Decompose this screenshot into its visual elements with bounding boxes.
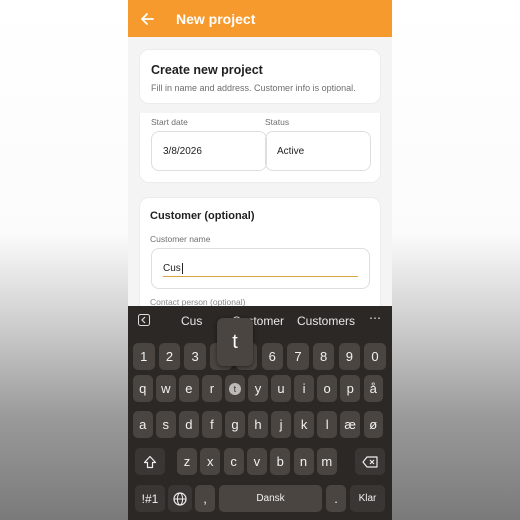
intro-card-subtitle: Fill in name and address. Customer info … <box>151 83 356 93</box>
globe-icon <box>173 491 187 506</box>
number-key-6[interactable]: 6 <box>261 343 283 370</box>
number-key-0[interactable]: 0 <box>364 343 386 370</box>
letter-key-q[interactable]: q <box>133 375 153 402</box>
number-key-8[interactable]: 8 <box>312 343 335 370</box>
backspace-icon <box>362 455 378 468</box>
letter-key-v[interactable]: v <box>246 448 267 475</box>
letter-key-k[interactable]: k <box>294 411 314 438</box>
start-date-field[interactable]: 3/8/2026 <box>151 131 267 171</box>
key-popup: t <box>217 318 253 366</box>
status-label: Status <box>265 117 290 127</box>
letter-key-c[interactable]: c <box>223 448 244 475</box>
input-focus-underline <box>163 275 358 277</box>
letter-key-p[interactable]: p <box>340 375 360 402</box>
enter-key[interactable]: Klar <box>350 485 385 512</box>
letter-key-y[interactable]: y <box>248 375 268 402</box>
letter-key-å[interactable]: å <box>363 375 383 402</box>
letter-key-m[interactable]: m <box>316 448 337 475</box>
shift-key[interactable] <box>135 448 165 475</box>
letter-key-d[interactable]: d <box>179 411 199 438</box>
letter-key-s[interactable]: s <box>156 411 176 438</box>
keyboard-collapse-icon[interactable] <box>138 314 150 329</box>
page-title: New project <box>176 10 256 27</box>
letter-key-z[interactable]: z <box>177 448 197 475</box>
comma-key[interactable]: , <box>195 485 215 512</box>
letter-key-j[interactable]: j <box>271 411 291 438</box>
letter-key-f[interactable]: f <box>202 411 222 438</box>
letter-key-l[interactable]: l <box>317 411 337 438</box>
shift-icon <box>143 455 157 468</box>
start-date-value: 3/8/2026 <box>163 145 202 157</box>
customer-name-label: Customer name <box>150 234 211 244</box>
letter-key-n[interactable]: n <box>293 448 314 475</box>
suggestion-bar: Cus Customer Customers ⋯ <box>128 306 392 336</box>
letter-key-w[interactable]: w <box>156 375 176 402</box>
status-field[interactable]: Active <box>265 131 371 171</box>
back-arrow-icon[interactable] <box>137 9 157 29</box>
letter-key-a[interactable]: a <box>133 411 153 438</box>
intro-card-title: Create new project <box>151 63 263 77</box>
globe-key[interactable] <box>168 485 192 512</box>
text-caret <box>181 263 183 274</box>
letter-key-b[interactable]: b <box>270 448 291 475</box>
dates-card: Start date 3/8/2026 Status Active <box>139 113 381 183</box>
status-value: Active <box>277 145 305 157</box>
letter-key-ø[interactable]: ø <box>363 411 383 438</box>
customer-name-input[interactable]: Cus <box>151 248 370 289</box>
more-options-icon[interactable]: ⋯ <box>369 311 381 325</box>
suggestion-3[interactable]: Customers <box>297 314 355 328</box>
letter-key-r[interactable]: r <box>202 375 222 402</box>
number-key-3[interactable]: 3 <box>184 343 206 370</box>
letter-key-h[interactable]: h <box>248 411 268 438</box>
customer-name-value: Cus <box>163 263 181 274</box>
period-key[interactable]: . <box>326 485 346 512</box>
letter-key-t[interactable]: t <box>225 375 245 402</box>
space-key[interactable]: Dansk <box>219 485 322 512</box>
pressed-key-indicator: t <box>228 382 241 395</box>
letter-key-u[interactable]: u <box>271 375 291 402</box>
number-key-1[interactable]: 1 <box>133 343 155 370</box>
letter-key-o[interactable]: o <box>317 375 337 402</box>
number-key-7[interactable]: 7 <box>287 343 309 370</box>
phone-screen: New project Create new project Fill in n… <box>128 0 392 520</box>
intro-card: Create new project Fill in name and addr… <box>139 49 381 104</box>
soft-keyboard: Cus Customer Customers ⋯ 1234567890qwert… <box>128 306 392 520</box>
number-key-9[interactable]: 9 <box>338 343 361 370</box>
letter-key-e[interactable]: e <box>179 375 199 402</box>
letter-key-g[interactable]: g <box>225 411 245 438</box>
letter-key-æ[interactable]: æ <box>340 411 360 438</box>
symbols-key[interactable]: !#1 <box>135 485 165 512</box>
backspace-key[interactable] <box>355 448 385 475</box>
customer-section-title: Customer (optional) <box>150 210 255 222</box>
app-bar: New project <box>128 0 392 37</box>
number-key-2[interactable]: 2 <box>158 343 181 370</box>
suggestion-1[interactable]: Cus <box>181 314 202 328</box>
letter-key-x[interactable]: x <box>200 448 221 475</box>
start-date-label: Start date <box>151 117 188 127</box>
letter-key-i[interactable]: i <box>294 375 314 402</box>
